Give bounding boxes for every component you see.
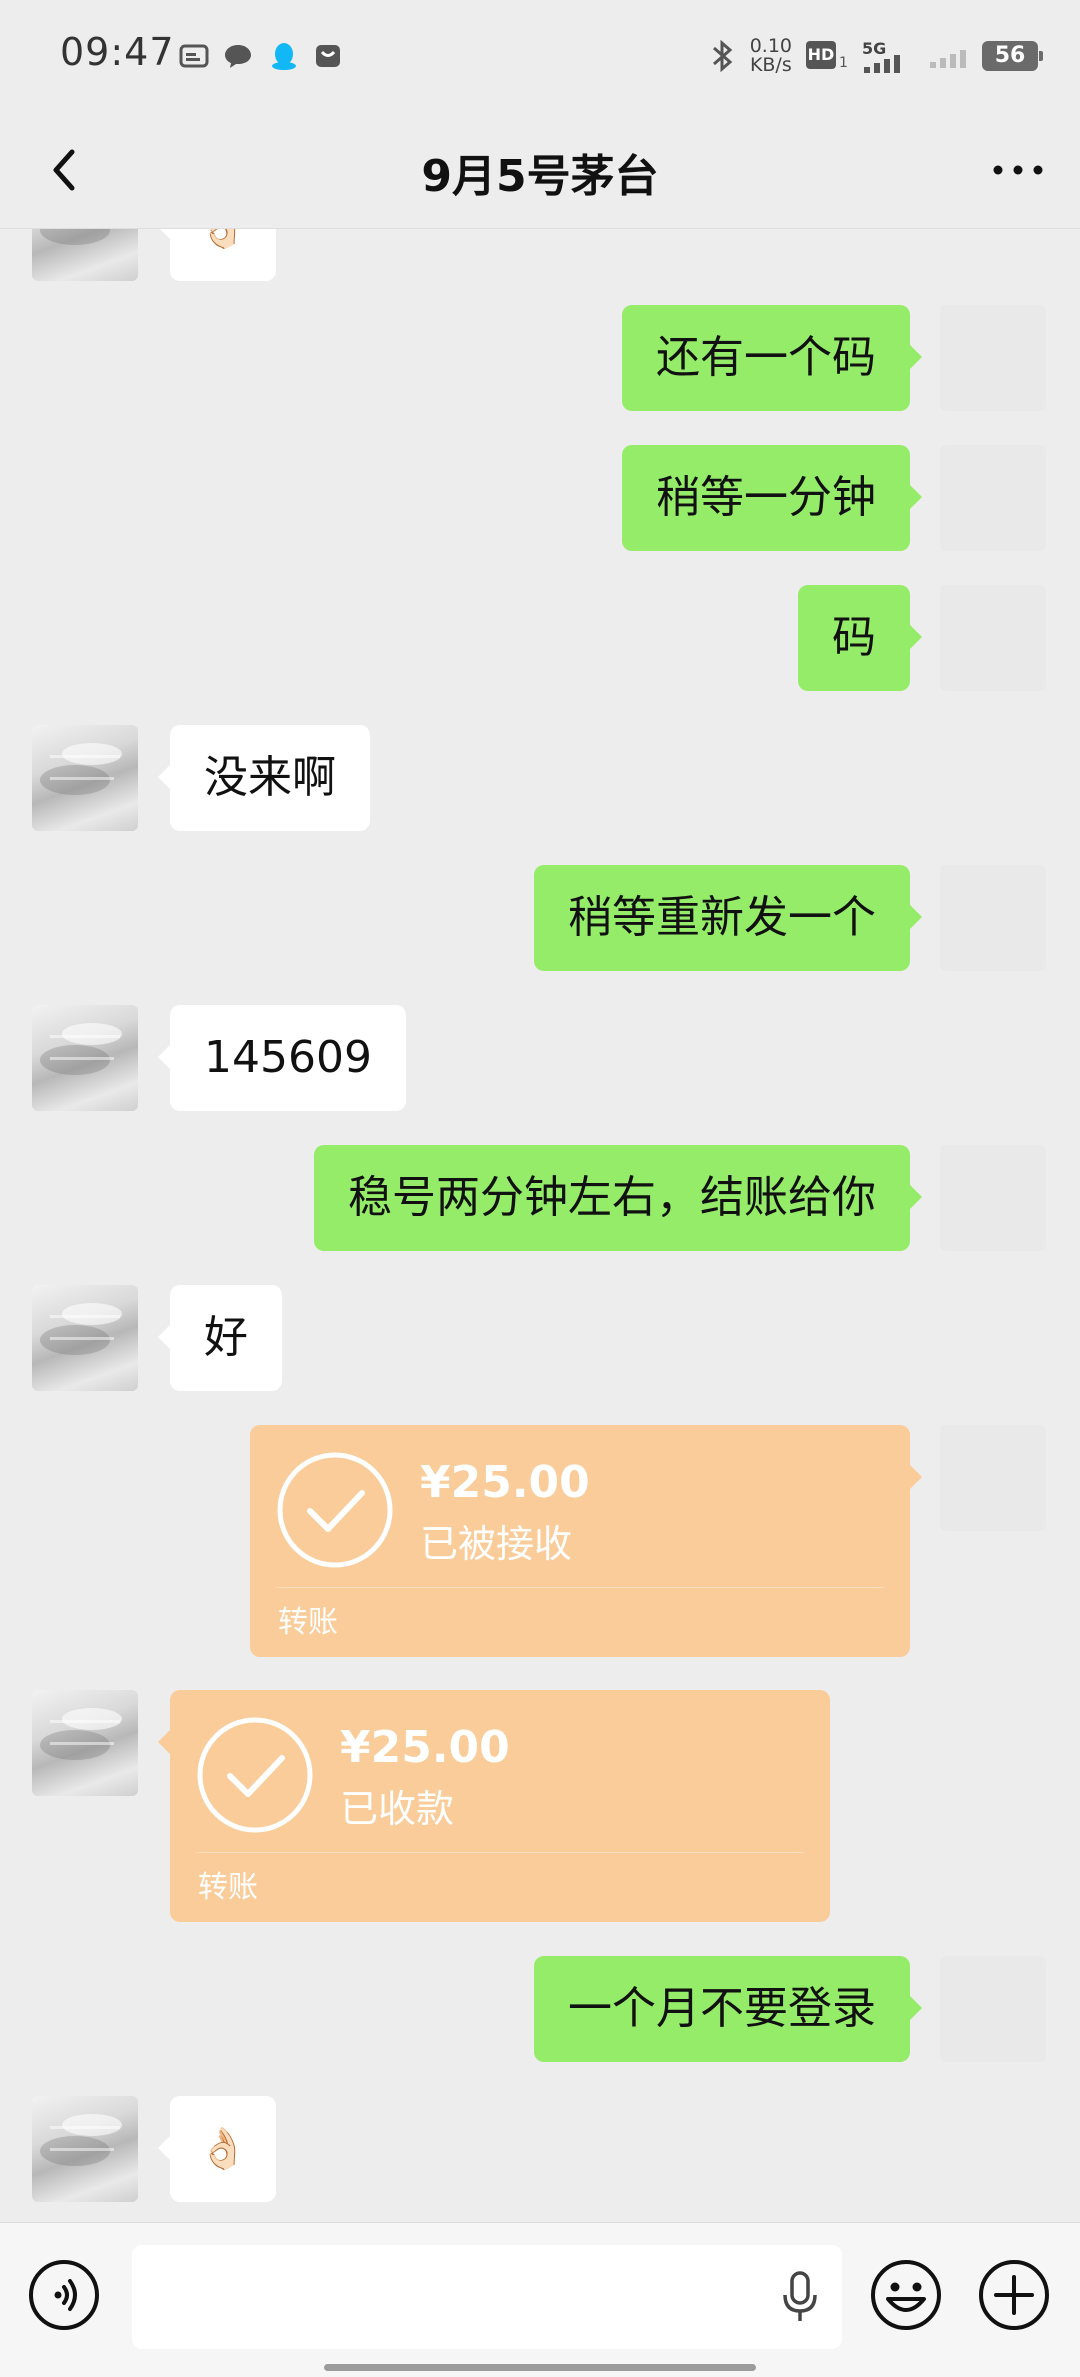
- message-bubble-outgoing[interactable]: 稍等一分钟: [622, 445, 922, 551]
- message-bubble-incoming[interactable]: 👌🏻: [158, 2096, 276, 2202]
- transfer-card-incoming[interactable]: ¥25.00 已收款 转账: [158, 1690, 830, 1922]
- hd-indicator: HD 1: [806, 39, 848, 73]
- my-avatar[interactable]: [940, 1425, 1046, 1531]
- message-list[interactable]: 👌🏻 还有一个码 稍等一分钟 码 没来啊 稍等重新发一个 145609 稳号两分…: [0, 229, 1080, 2222]
- home-indicator[interactable]: [324, 2364, 756, 2371]
- my-avatar[interactable]: [940, 865, 1046, 971]
- status-bar: 09:47 0.10 KB/s HD 1 5G 56: [0, 0, 1080, 112]
- qq-icon: [272, 43, 296, 70]
- hd-label: HD: [806, 41, 836, 69]
- transfer-label: 转账: [278, 1605, 338, 1640]
- my-avatar[interactable]: [940, 1956, 1046, 2062]
- contact-avatar[interactable]: [32, 1690, 138, 1796]
- message-input[interactable]: [132, 2245, 842, 2349]
- chat-header: 9月5号茅台: [0, 112, 1080, 229]
- message-bubble-outgoing[interactable]: 还有一个码: [622, 305, 922, 411]
- battery-indicator: 56: [982, 41, 1043, 71]
- message-bubble-outgoing[interactable]: 稳号两分钟左右，结账给你: [314, 1145, 922, 1251]
- contact-avatar[interactable]: [32, 229, 138, 281]
- status-time: 09:47: [60, 30, 175, 74]
- contact-avatar[interactable]: [32, 1005, 138, 1111]
- voice-mode-icon[interactable]: [28, 2259, 100, 2331]
- contact-avatar[interactable]: [32, 725, 138, 831]
- message-bubble-incoming[interactable]: 👌🏻: [158, 229, 276, 281]
- transfer-divider: [196, 1852, 804, 1853]
- signal-5g: 5G: [862, 39, 914, 73]
- contact-avatar[interactable]: [32, 2096, 138, 2202]
- transfer-amount: ¥25.00: [340, 1722, 510, 1773]
- transfer-card-outgoing[interactable]: ¥25.00 已被接收 转账: [250, 1425, 922, 1657]
- card-icon: [179, 44, 209, 68]
- microphone-icon[interactable]: [780, 2271, 820, 2323]
- check-circle-icon: [277, 1452, 393, 1568]
- more-options-icon[interactable]: [986, 140, 1050, 200]
- my-avatar[interactable]: [940, 1145, 1046, 1251]
- my-avatar[interactable]: [940, 585, 1046, 691]
- transfer-status: 已被接收: [420, 1522, 573, 1566]
- add-more-icon[interactable]: [978, 2259, 1050, 2331]
- my-avatar[interactable]: [940, 305, 1046, 411]
- input-bar: [0, 2222, 1080, 2377]
- my-avatar[interactable]: [940, 445, 1046, 551]
- transfer-status: 已收款: [340, 1787, 455, 1831]
- transfer-divider: [276, 1587, 884, 1588]
- message-bubble-outgoing[interactable]: 稍等重新发一个: [534, 865, 922, 971]
- chat-title: 9月5号茅台: [421, 151, 659, 202]
- message-bubble-incoming[interactable]: 没来啊: [158, 725, 370, 831]
- status-right: 0.10 KB/s HD 1 5G 56: [710, 34, 1043, 78]
- message-bubble-outgoing[interactable]: 码: [798, 585, 922, 691]
- emoji-icon[interactable]: [870, 2259, 942, 2331]
- network-speed: 0.10 KB/s: [750, 37, 792, 75]
- signal-sim2-icon: [930, 50, 966, 68]
- transfer-label: 转账: [198, 1870, 258, 1905]
- signal-icon: [864, 55, 900, 73]
- shopping-bag-icon: [316, 45, 340, 67]
- transfer-amount: ¥25.00: [420, 1457, 590, 1508]
- chat-bubble-icon: [225, 45, 251, 68]
- contact-avatar[interactable]: [32, 1285, 138, 1391]
- bluetooth-icon: [712, 39, 732, 73]
- message-bubble-incoming[interactable]: 好: [158, 1285, 282, 1391]
- network-speed-unit: KB/s: [749, 54, 792, 76]
- check-circle-icon: [197, 1717, 313, 1833]
- message-bubble-incoming[interactable]: 145609: [158, 1005, 406, 1111]
- message-bubble-outgoing[interactable]: 一个月不要登录: [534, 1956, 922, 2062]
